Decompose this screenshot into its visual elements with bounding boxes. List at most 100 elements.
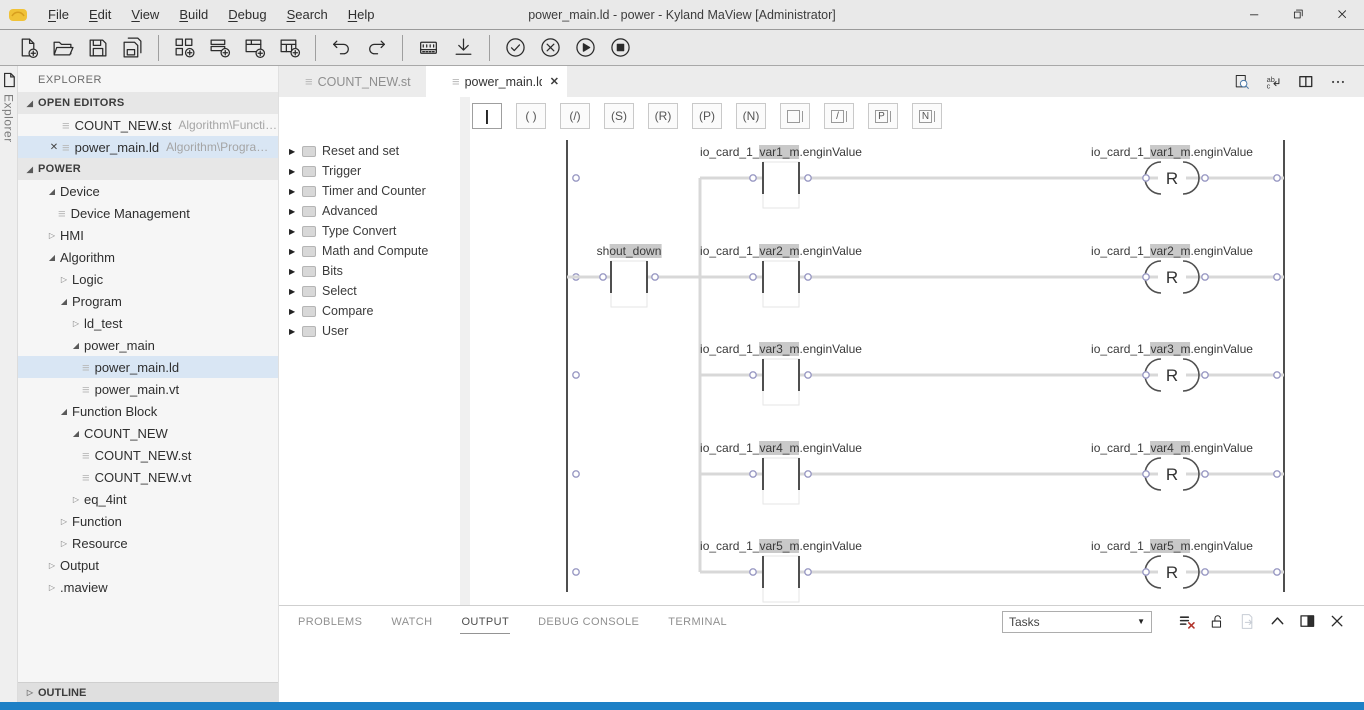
chevron-right-icon[interactable]: ▶ — [289, 187, 302, 196]
tree-item-device[interactable]: ◢Device — [18, 180, 278, 202]
connection-point[interactable] — [750, 471, 756, 477]
open-folder-button[interactable] — [45, 33, 80, 63]
ladder-tool-box[interactable] — [780, 103, 810, 129]
toolbox-item-reset-and-set[interactable]: ▶Reset and set — [279, 141, 460, 161]
split-editor-button[interactable] — [1290, 66, 1322, 97]
chevron-right-icon[interactable]: ▶ — [289, 267, 302, 276]
connection-point[interactable] — [805, 569, 811, 575]
menu-debug[interactable]: Debug — [218, 3, 276, 26]
activity-bar-label[interactable]: Explorer — [2, 94, 16, 143]
toolbox-item-timer-and-counter[interactable]: ▶Timer and Counter — [279, 181, 460, 201]
chevron-expanded-icon[interactable]: ◢ — [68, 429, 84, 438]
chevron-right-icon[interactable]: ▶ — [289, 327, 302, 336]
save-button[interactable] — [80, 33, 115, 63]
tree-item-function-block[interactable]: ◢Function Block — [18, 400, 278, 422]
add-function-button[interactable] — [237, 33, 272, 63]
connection-point[interactable] — [1143, 372, 1149, 378]
connection-point[interactable] — [600, 274, 606, 280]
minimize-button[interactable] — [1232, 0, 1276, 29]
ladder-tool-n[interactable]: N — [912, 103, 942, 129]
connection-point[interactable] — [652, 274, 658, 280]
tree-item-count-new[interactable]: ◢COUNT_NEW — [18, 422, 278, 444]
menu-edit[interactable]: Edit — [79, 3, 121, 26]
chevron-right-icon[interactable]: ▶ — [289, 207, 302, 216]
open-editor-item[interactable]: ≡COUNT_NEW.stAlgorithm\Functio... — [18, 114, 278, 136]
panel-tab-debug-console[interactable]: DEBUG CONSOLE — [537, 610, 640, 633]
undo-button[interactable] — [324, 33, 359, 63]
chevron-collapsed-icon[interactable]: ▷ — [44, 583, 60, 592]
run-circle-button[interactable] — [568, 33, 603, 63]
panel-tab-terminal[interactable]: TERMINAL — [667, 610, 728, 633]
ladder-tool-(s)[interactable]: (S) — [604, 103, 634, 129]
chevron-expanded-icon[interactable]: ◢ — [44, 253, 60, 262]
project-header[interactable]: ◢ POWER — [18, 158, 278, 180]
chevron-expanded-icon[interactable]: ◢ — [56, 297, 72, 306]
connection-point[interactable] — [750, 372, 756, 378]
download-button[interactable] — [446, 33, 481, 63]
connection-point[interactable] — [1202, 471, 1208, 477]
connection-point[interactable] — [1202, 274, 1208, 280]
open-editors-header[interactable]: ◢ OPEN EDITORS — [18, 92, 278, 114]
tree-item-count-new-st[interactable]: ≡COUNT_NEW.st — [18, 444, 278, 466]
close-button[interactable] — [1320, 0, 1364, 29]
connection-point[interactable] — [1202, 569, 1208, 575]
new-project-button[interactable] — [167, 33, 202, 63]
compile-button[interactable] — [411, 33, 446, 63]
chevron-right-icon[interactable]: ▶ — [289, 307, 302, 316]
tree-item-program[interactable]: ◢Program — [18, 290, 278, 312]
menu-view[interactable]: View — [121, 3, 169, 26]
tree-item-power-main[interactable]: ◢power_main — [18, 334, 278, 356]
chevron-collapsed-icon[interactable]: ▷ — [44, 231, 60, 240]
tasks-dropdown[interactable]: Tasks▼ — [1002, 611, 1152, 633]
connection-point[interactable] — [573, 569, 579, 575]
tree-item-hmi[interactable]: ▷HMI — [18, 224, 278, 246]
toolbox-item-select[interactable]: ▶Select — [279, 281, 460, 301]
new-file-button[interactable] — [10, 33, 45, 63]
chevron-collapsed-icon[interactable]: ▷ — [56, 539, 72, 548]
panel-tab-problems[interactable]: PROBLEMS — [297, 610, 363, 633]
tree-item-algorithm[interactable]: ◢Algorithm — [18, 246, 278, 268]
connection-point[interactable] — [750, 175, 756, 181]
toolbox-item-advanced[interactable]: ▶Advanced — [279, 201, 460, 221]
add-program-button[interactable] — [202, 33, 237, 63]
chevron-right-icon[interactable]: ▶ — [289, 247, 302, 256]
connection-point[interactable] — [805, 175, 811, 181]
tree-item-power-main-ld[interactable]: ≡power_main.ld — [18, 356, 278, 378]
cancel-circle-button[interactable] — [533, 33, 568, 63]
connection-point[interactable] — [573, 175, 579, 181]
chevron-collapsed-icon[interactable]: ▷ — [68, 319, 84, 328]
chevron-right-icon[interactable]: ▶ — [289, 287, 302, 296]
panel-tab-watch[interactable]: WATCH — [390, 610, 433, 633]
open-editor-item[interactable]: ✕≡power_main.ldAlgorithm\Program\... — [18, 136, 278, 158]
tree-item-count-new-vt[interactable]: ≡COUNT_NEW.vt — [18, 466, 278, 488]
menu-help[interactable]: Help — [338, 3, 385, 26]
connection-point[interactable] — [1143, 175, 1149, 181]
restore-button[interactable] — [1276, 0, 1320, 29]
tree-item-device-management[interactable]: ≡Device Management — [18, 202, 278, 224]
toolbox-scrollbar[interactable] — [460, 97, 470, 605]
tree-item-ld-test[interactable]: ▷ld_test — [18, 312, 278, 334]
tree-item-logic[interactable]: ▷Logic — [18, 268, 278, 290]
menu-build[interactable]: Build — [169, 3, 218, 26]
tree-item-power-main-vt[interactable]: ≡power_main.vt — [18, 378, 278, 400]
tree-item-function[interactable]: ▷Function — [18, 510, 278, 532]
tree-item--maview[interactable]: ▷.maview — [18, 576, 278, 598]
connection-point[interactable] — [1274, 372, 1280, 378]
outline-header[interactable]: ▷ OUTLINE — [18, 682, 278, 702]
chevron-collapsed-icon[interactable]: ▷ — [56, 275, 72, 284]
close-panel-button[interactable] — [1322, 612, 1352, 631]
connection-point[interactable] — [1274, 471, 1280, 477]
connection-point[interactable] — [750, 274, 756, 280]
chevron-expanded-icon[interactable]: ◢ — [44, 187, 60, 196]
connection-point[interactable] — [1202, 175, 1208, 181]
ladder-tool-/[interactable]: / — [824, 103, 854, 129]
connection-point[interactable] — [573, 372, 579, 378]
add-table-button[interactable] — [272, 33, 307, 63]
toolbox-item-bits[interactable]: ▶Bits — [279, 261, 460, 281]
redo-button[interactable] — [359, 33, 394, 63]
toolbox-item-compare[interactable]: ▶Compare — [279, 301, 460, 321]
unlock-button[interactable] — [1202, 612, 1232, 631]
connection-point[interactable] — [1202, 372, 1208, 378]
export-disabled-button[interactable] — [1232, 612, 1262, 631]
connection-point[interactable] — [805, 471, 811, 477]
